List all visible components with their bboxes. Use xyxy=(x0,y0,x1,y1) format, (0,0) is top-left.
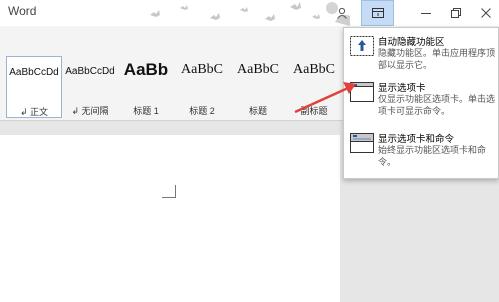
menu-item-description: 仅显示功能区选项卡。单击选项卡可显示命令。 xyxy=(378,94,496,116)
style-name: ↲ 无间隔 xyxy=(71,106,109,116)
account-button[interactable] xyxy=(330,2,354,24)
style-sample: AaBbCcDd xyxy=(9,67,59,78)
menu-item-auto-hide-ribbon[interactable]: 自动隐藏功能区 隐藏功能区。单击应用程序顶部以显示它。 xyxy=(344,31,498,77)
ribbon-options-icon xyxy=(371,8,384,18)
restore-icon xyxy=(451,8,461,18)
style-subtitle[interactable]: AaBbC 副标题 xyxy=(286,56,342,118)
text-margin-marker xyxy=(162,197,176,198)
document-page[interactable] xyxy=(0,135,340,302)
style-sample: AaBbC xyxy=(293,62,335,77)
close-button[interactable] xyxy=(474,2,498,24)
menu-item-title: 显示选项卡 xyxy=(378,83,426,94)
style-heading-1[interactable]: AaBb 标题 1 xyxy=(118,56,174,118)
close-icon xyxy=(481,8,491,18)
auto-hide-ribbon-icon xyxy=(350,36,374,56)
text-margin-marker xyxy=(175,185,176,198)
ribbon-display-options-button[interactable] xyxy=(361,0,394,26)
style-no-spacing[interactable]: AaBbCcDd ↲ 无间隔 xyxy=(62,56,118,118)
style-name: 标题 1 xyxy=(133,106,159,116)
style-sample: AaBbCcDd xyxy=(65,66,115,77)
title-bar: Word xyxy=(0,0,499,26)
style-sample: AaBbC xyxy=(181,62,223,77)
user-icon xyxy=(337,7,347,19)
menu-item-description: 始终显示功能区选项卡和命令。 xyxy=(378,145,487,167)
style-name: 标题 xyxy=(248,106,267,116)
restore-button[interactable] xyxy=(444,2,468,24)
menu-item-title: 自动隐藏功能区 xyxy=(378,37,445,48)
menu-item-title: 显示选项卡和命令 xyxy=(378,134,455,145)
style-name: 副标题 xyxy=(300,106,328,116)
style-sample: AaBbC xyxy=(237,62,279,77)
menu-item-show-tabs-and-commands[interactable]: 显示选项卡和命令 始终显示功能区选项卡和命令。 xyxy=(344,128,498,174)
minimize-button[interactable] xyxy=(414,2,438,24)
show-tabs-icon xyxy=(350,82,374,102)
style-title[interactable]: AaBbC 标题 xyxy=(230,56,286,118)
background-birds-decoration xyxy=(150,2,350,26)
style-name: 标题 2 xyxy=(189,106,215,116)
menu-item-show-tabs[interactable]: 显示选项卡 仅显示功能区选项卡。单击选项卡可显示命令。 xyxy=(344,77,498,123)
app-title: Word xyxy=(8,4,37,18)
ribbon-display-options-menu: 自动隐藏功能区 隐藏功能区。单击应用程序顶部以显示它。 显示选项卡 仅显示功能区… xyxy=(343,27,499,179)
menu-item-description: 隐藏功能区。单击应用程序顶部以显示它。 xyxy=(378,48,496,70)
minimize-icon xyxy=(421,13,431,14)
style-name: ↲ 正文 xyxy=(19,107,49,117)
show-tabs-commands-icon xyxy=(350,133,374,153)
style-sample: AaBb xyxy=(123,60,169,79)
style-normal[interactable]: AaBbCcDd ↲ 正文 xyxy=(6,56,62,118)
style-heading-2[interactable]: AaBbC 标题 2 xyxy=(174,56,230,118)
